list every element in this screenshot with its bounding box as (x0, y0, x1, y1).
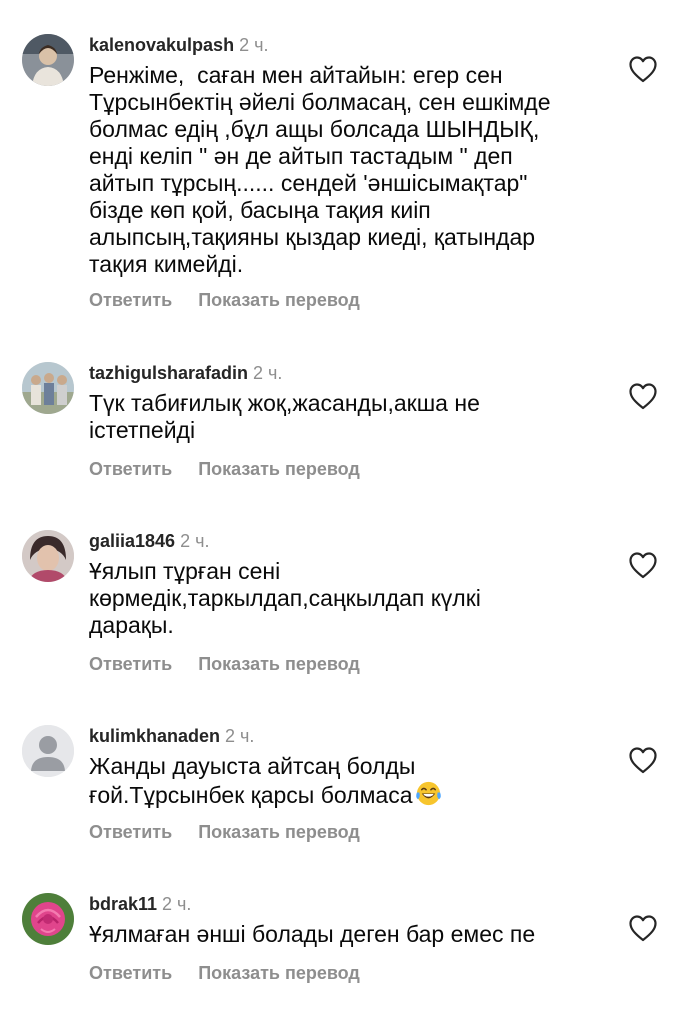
reply-button[interactable]: Ответить (89, 963, 172, 983)
reply-button[interactable]: Ответить (89, 822, 172, 842)
heart-outline-icon (629, 383, 657, 410)
show-translation-button[interactable]: Показать перевод (198, 963, 360, 983)
avatar[interactable] (22, 725, 74, 777)
username[interactable]: kulimkhanaden (89, 726, 220, 746)
timestamp: 2 ч. (225, 726, 255, 746)
comment-item: tazhigulsharafadin 2 ч. Түк табиғилық жоқ… (0, 362, 690, 492)
avatar[interactable] (22, 893, 74, 945)
comment-actions: Ответить Показать перевод (89, 458, 360, 480)
comment-header: bdrak11 2 ч. (89, 893, 191, 915)
heart-outline-icon (629, 552, 657, 579)
show-translation-button[interactable]: Показать перевод (198, 459, 360, 479)
heart-outline-icon (629, 915, 657, 942)
timestamp: 2 ч. (253, 363, 283, 383)
comment-actions: Ответить Показать перевод (89, 653, 360, 675)
user-photo-avatar-icon (22, 34, 74, 86)
comment-header: kalenovakulpash 2 ч. (89, 34, 268, 56)
rose-photo-avatar-icon (22, 893, 74, 945)
avatar[interactable] (22, 362, 74, 414)
comment-item: bdrak11 2 ч. Ұялмаған әнші болады деген б… (0, 893, 690, 993)
reply-button[interactable]: Ответить (89, 459, 172, 479)
heart-outline-icon (629, 56, 657, 83)
comment-text: Ұялып тұрған сені көрмедік,таркылдап,саң… (89, 558, 481, 638)
heart-outline-icon (629, 747, 657, 774)
group-photo-avatar-icon (22, 362, 74, 414)
comment-header: tazhigulsharafadin 2 ч. (89, 362, 282, 384)
comment-actions: Ответить Показать перевод (89, 289, 360, 311)
comment-item: kulimkhanaden 2 ч. Жанды дауыста айтсаң б… (0, 725, 690, 855)
reply-button[interactable]: Ответить (89, 290, 172, 310)
comment-item: galiia1846 2 ч. Ұялып тұрған сені көрмеді… (0, 530, 690, 690)
like-button[interactable] (628, 55, 658, 83)
comment-text: Ренжіме, саған мен айтайын: егер сен Тұр… (89, 62, 551, 277)
like-button[interactable] (628, 382, 658, 410)
comment-text-content: Жанды дауыста айтсаң болды ғой.Тұрсынбек… (89, 753, 416, 808)
username[interactable]: galiia1846 (89, 531, 175, 551)
avatar[interactable] (22, 530, 74, 582)
reply-button[interactable]: Ответить (89, 654, 172, 674)
timestamp: 2 ч. (162, 894, 192, 914)
comment-actions: Ответить Показать перевод (89, 821, 360, 843)
like-button[interactable] (628, 551, 658, 579)
user-photo-avatar-icon (22, 530, 74, 582)
comment-text: Жанды дауыста айтсаң болды ғой.Тұрсынбек… (89, 753, 629, 809)
comment-text: Түк табиғилық жоқ,жасанды,акша не істетп… (89, 390, 480, 443)
like-button[interactable] (628, 914, 658, 942)
username[interactable]: tazhigulsharafadin (89, 363, 248, 383)
username[interactable]: bdrak11 (89, 894, 157, 914)
timestamp: 2 ч. (180, 531, 210, 551)
comment-actions: Ответить Показать перевод (89, 962, 360, 984)
timestamp: 2 ч. (239, 35, 269, 55)
show-translation-button[interactable]: Показать перевод (198, 654, 360, 674)
laughing-tears-emoji-icon (415, 781, 441, 806)
comment-item: kalenovakulpash 2 ч. Ренжіме, саған мен а… (0, 34, 690, 324)
show-translation-button[interactable]: Показать перевод (198, 822, 360, 842)
show-translation-button[interactable]: Показать перевод (198, 290, 360, 310)
avatar[interactable] (22, 34, 74, 86)
username[interactable]: kalenovakulpash (89, 35, 234, 55)
comment-header: kulimkhanaden 2 ч. (89, 725, 254, 747)
like-button[interactable] (628, 746, 658, 774)
default-user-avatar-icon (22, 725, 74, 777)
comment-text: Ұялмаған әнші болады деген бар емес пе (89, 921, 536, 947)
comment-header: galiia1846 2 ч. (89, 530, 209, 552)
